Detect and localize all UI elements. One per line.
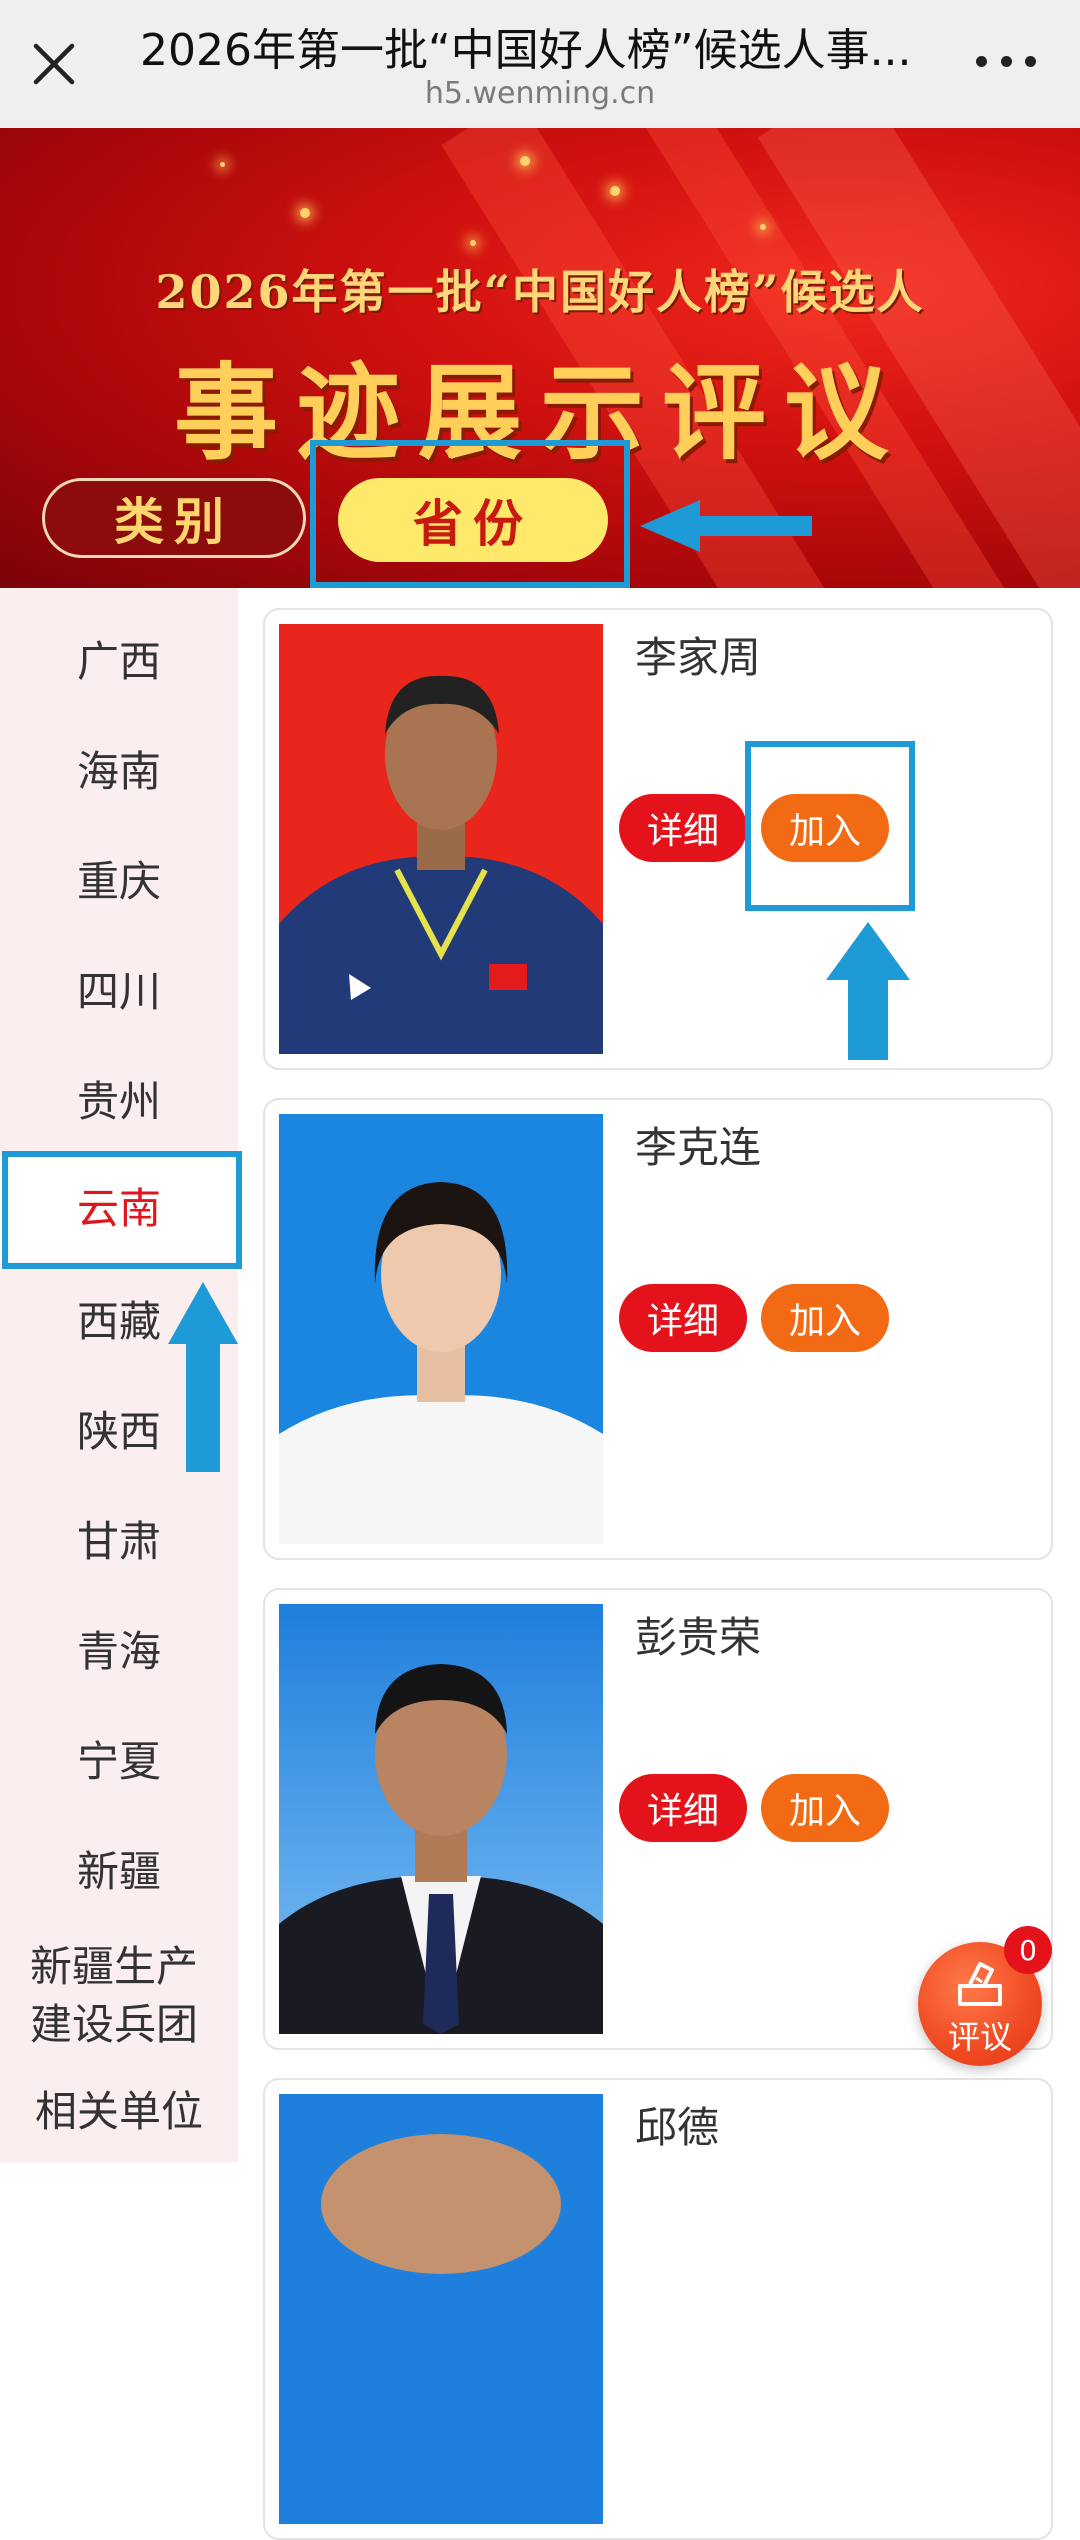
candidate-card: 邱德	[263, 2078, 1053, 2540]
yunnan-highlight-box	[2, 1151, 242, 1269]
sidebar-item-guizhou[interactable]: 贵州	[0, 1068, 238, 1129]
arrow-left-icon	[640, 500, 812, 552]
sidebar-item-sichuan[interactable]: 四川	[0, 958, 238, 1019]
candidate-name: 彭贵荣	[635, 1613, 762, 1662]
tab-category[interactable]: 类别	[42, 478, 306, 558]
detail-button[interactable]: 详细	[619, 1774, 747, 1842]
candidate-photo	[279, 2094, 603, 2524]
candidate-card: 李家周 详细 加入	[263, 608, 1053, 1070]
sidebar-item-xinjiang-corps[interactable]: 新疆生产建设兵团	[24, 1938, 204, 2054]
join-button[interactable]: 加入	[761, 1284, 889, 1352]
sidebar-item-ningxia[interactable]: 宁夏	[0, 1728, 238, 1789]
candidate-card: 李克连 详细 加入	[263, 1098, 1053, 1560]
sidebar-item-xinjiang[interactable]: 新疆	[0, 1838, 238, 1899]
candidate-name: 邱德	[635, 2103, 720, 2152]
arrow-up-icon	[826, 922, 910, 1060]
banner-subtitle: 2026年第一批“中国好人榜”候选人	[155, 265, 925, 319]
candidate-photo	[279, 1114, 603, 1544]
candidate-photo	[279, 1604, 603, 2034]
candidate-name: 李家周	[635, 633, 762, 682]
join-button-highlight-box	[745, 741, 915, 911]
sidebar-item-guangxi[interactable]: 广西	[0, 628, 238, 689]
page-url: h5.wenming.cn	[424, 76, 656, 111]
candidate-name: 李克连	[635, 1123, 762, 1172]
sidebar-item-hainan[interactable]: 海南	[0, 738, 238, 799]
arrow-up-icon	[168, 1282, 238, 1472]
review-count-badge: 0	[1004, 1926, 1052, 1974]
sidebar-item-related-units[interactable]: 相关单位	[0, 2078, 238, 2139]
page-title: 2026年第一批“中国好人榜”候选人事...	[140, 25, 912, 76]
more-options-icon[interactable]	[976, 46, 1036, 76]
province-tab-highlight-box	[310, 440, 630, 588]
sidebar-item-gansu[interactable]: 甘肃	[0, 1508, 238, 1569]
review-label: 评议	[947, 2018, 1012, 2056]
ballot-box-icon	[958, 1962, 1002, 2006]
candidate-photo	[279, 624, 603, 1054]
sidebar-item-qinghai[interactable]: 青海	[0, 1618, 238, 1679]
browser-top-bar: 2026年第一批“中国好人榜”候选人事... h5.wenming.cn	[0, 0, 1080, 128]
join-button[interactable]: 加入	[761, 1774, 889, 1842]
sidebar-item-chongqing[interactable]: 重庆	[0, 848, 238, 909]
detail-button[interactable]: 详细	[619, 1284, 747, 1352]
detail-button[interactable]: 详细	[619, 794, 747, 862]
